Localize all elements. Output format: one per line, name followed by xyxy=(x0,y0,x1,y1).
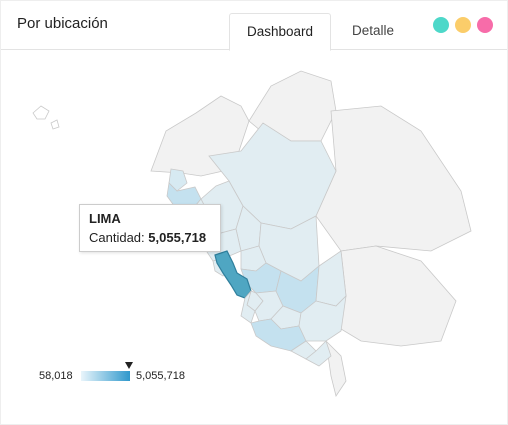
tooltip-count-value: 5,055,718 xyxy=(148,230,207,245)
galapagos-region[interactable] xyxy=(32,105,60,130)
legend-gradient-bar xyxy=(81,371,130,381)
card-title: Por ubicación xyxy=(17,15,108,32)
pink-dot[interactable] xyxy=(477,17,493,33)
legend-min-value: 58,018 xyxy=(39,370,73,382)
yellow-dot[interactable] xyxy=(455,17,471,33)
legend-max-value: 5,055,718 xyxy=(136,370,185,382)
tooltip-count-label: Cantidad: xyxy=(89,230,145,245)
teal-dot[interactable] xyxy=(433,17,449,33)
tab-detalle[interactable]: Detalle xyxy=(335,13,411,49)
madre-de-dios-region[interactable] xyxy=(315,250,347,307)
region-tooltip: LIMA Cantidad: 5,055,718 xyxy=(79,204,221,252)
peru-map xyxy=(32,70,472,397)
bolivia-region[interactable] xyxy=(335,245,457,347)
legend-marker-icon xyxy=(125,362,133,369)
card-header: Por ubicación Dashboard Detalle xyxy=(1,1,507,51)
tab-dashboard[interactable]: Dashboard xyxy=(229,13,331,51)
brazil-region[interactable] xyxy=(315,105,472,252)
location-card: Por ubicación Dashboard Detalle LIMA Can… xyxy=(0,0,508,425)
tooltip-count-row: Cantidad: 5,055,718 xyxy=(89,230,206,245)
tooltip-region-name: LIMA xyxy=(89,211,121,226)
